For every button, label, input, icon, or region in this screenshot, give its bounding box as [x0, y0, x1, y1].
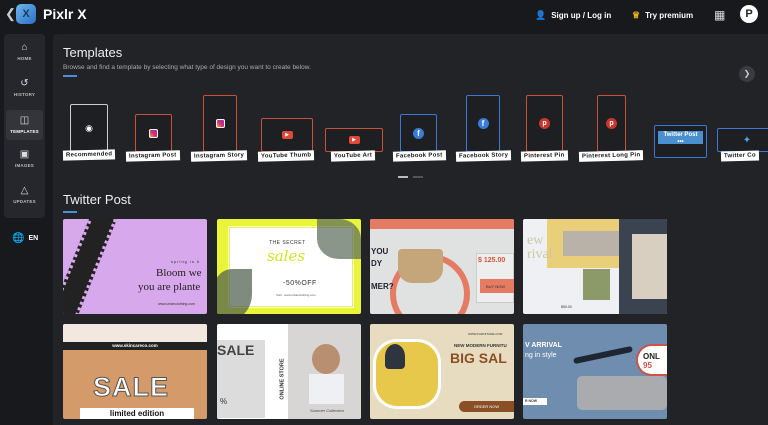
eye-icon: ◉ [85, 122, 93, 133]
facebook-icon: f [477, 118, 489, 129]
images-icon: ▣ [19, 149, 30, 160]
instagram-icon [215, 119, 225, 128]
megaphone-icon: △ [20, 185, 29, 196]
sidebar-item-history[interactable]: ↺ HISTORY [6, 73, 43, 103]
template-type-label: Recommended [62, 149, 116, 161]
template-thumbnail[interactable]: spring is h Bloom we you are plante www.… [63, 219, 207, 314]
leaf [217, 269, 252, 314]
room-photo [373, 339, 441, 409]
apps-grid-icon[interactable]: ▦ [714, 8, 725, 22]
green-block [583, 269, 610, 300]
template-thumbnail[interactable]: SALE % ONLINE STORE Summer Collection [217, 324, 361, 419]
template-thumbnail[interactable]: YOU DY MER? $ 125.00 BUY NOW [370, 219, 514, 314]
template-thumbnail[interactable]: www.skincareco.com SALE limited edition [63, 324, 207, 419]
sidebar: ⌂ HOME ↺ HISTORY ◫ TEMPLATES ▣ IMAGES △ UPDAT… [4, 34, 45, 218]
powder-bg [63, 324, 207, 344]
carousel-dot[interactable] [413, 176, 423, 178]
account-avatar-icon[interactable]: P [740, 5, 758, 23]
template-type-label: Pinterest Long Pin [578, 150, 644, 162]
sofa [577, 376, 667, 410]
template-type-label: Instagram Story [190, 150, 248, 162]
template-type-instagram-story[interactable] [203, 95, 237, 152]
template-type-label: YouTube Art [330, 150, 376, 162]
pinterest-icon: p [606, 118, 617, 129]
price-badge: ONL 95 [636, 344, 667, 376]
youtube-icon: ▶ [348, 136, 360, 144]
template-type-label: YouTube Thumb [257, 150, 315, 162]
sidebar-item-updates[interactable]: △ UPDATES [6, 180, 43, 210]
twitter-post-heading: Twitter Post [63, 192, 131, 207]
template-type-label: Facebook Story [455, 150, 512, 162]
language-selector[interactable]: 🌐 EN [12, 233, 38, 244]
product-image [563, 231, 627, 256]
chair [385, 344, 405, 369]
template-type-twitter-cover[interactable]: ✦ [717, 128, 768, 152]
basket-image [398, 249, 443, 283]
signup-login-link[interactable]: 👤 Sign up / Log in [535, 10, 611, 21]
template-type-pinterest-long-pin[interactable]: p [597, 95, 626, 152]
top-band [370, 219, 514, 229]
globe-icon: 🌐 [12, 233, 25, 244]
youtube-icon: ▶ [281, 131, 293, 139]
sidebar-item-images[interactable]: ▣ IMAGES [6, 144, 43, 174]
template-type-twitter-post-selected[interactable]: Twitter Post ••• [654, 125, 707, 158]
sidebar-item-templates[interactable]: ◫ TEMPLATES [6, 110, 43, 140]
template-type-label: Twitter Co [720, 150, 760, 162]
product-image [632, 234, 667, 299]
pixlr-logo-icon: X [16, 4, 36, 24]
selected-label: Twitter Post ••• [658, 131, 703, 145]
top-bar: ❮ X Pixlr X 👤 Sign up / Log in ♕ Try premi… [0, 0, 768, 33]
twitter-icon: ✦ [742, 134, 752, 146]
price-text: $ 125.00 [478, 257, 506, 264]
templates-subtitle: Browse and find a template by selecting … [63, 64, 311, 71]
carousel-dot-active[interactable] [398, 176, 408, 178]
template-type-label: Instagram Post [125, 150, 180, 162]
template-type-pinterest-pin[interactable]: p [526, 95, 563, 152]
user-icon: 👤 [535, 10, 547, 20]
template-thumbnail[interactable]: WWW.FURNITURE.COM NEW MODERN FURNITU BIG… [370, 324, 514, 419]
templates-heading: Templates [63, 45, 123, 60]
back-chevron-icon[interactable]: ❮ [5, 6, 16, 22]
pinterest-icon: p [539, 118, 550, 129]
templates-icon: ◫ [19, 115, 30, 126]
template-type-instagram-post[interactable] [135, 114, 172, 152]
sidebar-item-home[interactable]: ⌂ HOME [6, 37, 43, 67]
model-top [309, 374, 344, 404]
history-icon: ↺ [20, 78, 29, 89]
template-type-label: Facebook Post [392, 150, 446, 162]
try-premium-link[interactable]: ♕ Try premium [632, 10, 693, 21]
model-face [312, 344, 340, 374]
template-thumbnail[interactable]: THE SECRET sales -50%OFF Visit : www.urb… [217, 219, 361, 314]
film-strip [63, 219, 117, 314]
heading-underline [63, 75, 77, 77]
instagram-icon [149, 128, 158, 138]
leaf [317, 219, 361, 259]
template-type-youtube-art[interactable]: ▶ [325, 128, 383, 152]
app-title: Pixlr X [43, 6, 87, 22]
template-thumbnail[interactable]: V ARRIVAL ng in style R NOW ONL 95 [523, 324, 667, 419]
jumping-person [573, 345, 633, 365]
template-type-facebook-story[interactable]: f [466, 95, 500, 152]
template-thumbnail[interactable]: ew rival $50.00 [523, 219, 667, 314]
home-icon: ⌂ [21, 42, 28, 53]
template-type-recommended[interactable]: ◉ [70, 104, 108, 152]
template-type-facebook-post[interactable]: f [400, 114, 437, 152]
crown-icon: ♕ [632, 10, 641, 20]
facebook-icon: f [413, 127, 424, 139]
heading-underline [63, 211, 77, 213]
template-type-label: Pinterest Pin [520, 150, 568, 162]
carousel-next-button[interactable]: ❯ [739, 66, 755, 82]
template-type-youtube-thumb[interactable]: ▶ [261, 118, 313, 152]
